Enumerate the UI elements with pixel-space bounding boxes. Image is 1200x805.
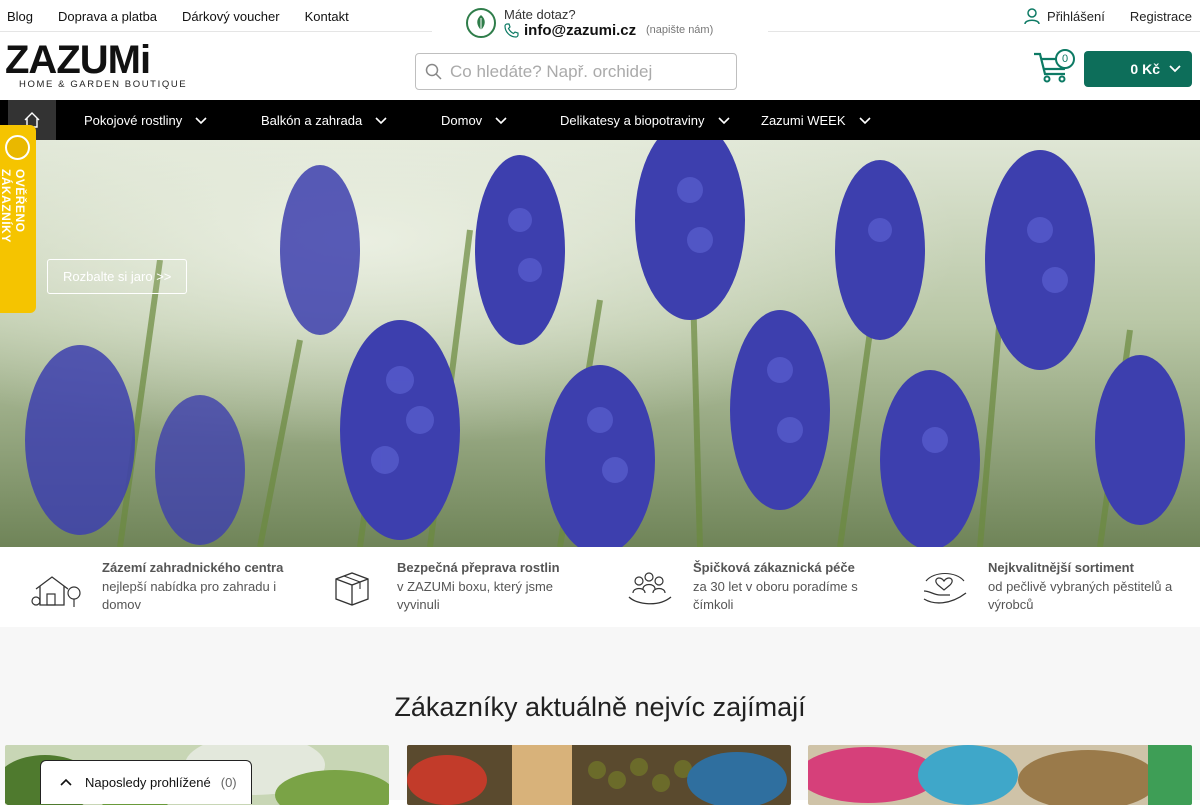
feature-desc: v ZAZUMi boxu, který jsme vyvinuli	[397, 579, 554, 612]
category-card-delicacies[interactable]	[407, 745, 791, 805]
chevron-down-icon	[717, 117, 730, 125]
top-link-blog[interactable]: Blog	[7, 9, 33, 24]
chevron-up-icon	[60, 778, 72, 786]
feature-item: Zázemí zahradnického centra nejlepší nab…	[30, 547, 310, 627]
feature-item: Bezpečná přeprava rostlin v ZAZUMi boxu,…	[330, 547, 610, 627]
site-logo[interactable]: ZAZUMi HOME & GARDEN BOUTIQUE	[5, 38, 188, 90]
contact-box: Máte dotaz? info@zazumi.cz (napište nám)	[432, 0, 768, 44]
search-icon[interactable]	[416, 63, 450, 80]
hero-cta-button[interactable]: Rozbalte si jaro >>	[47, 259, 188, 294]
logo-word: ZAZUMi	[5, 38, 151, 82]
contact-question: Máte dotaz?	[504, 7, 576, 22]
house-garden-icon	[31, 576, 81, 607]
nav-item-home[interactable]: Domov	[441, 100, 508, 140]
feature-title: Nejkvalitnější sortiment	[988, 560, 1134, 575]
user-icon	[1024, 8, 1040, 25]
top-links: Blog Doprava a platba Dárkový voucher Ko…	[7, 0, 374, 32]
leaf-logo-icon	[466, 8, 496, 38]
section-title: Zákazníky aktuálně nejvíc zajímají	[394, 692, 806, 722]
badge-label: OVĚŘENO ZÁKAZNÍKY	[0, 169, 27, 243]
feature-title: Bezpečná přeprava rostlin	[397, 560, 560, 575]
recently-viewed-toggle[interactable]: Naposledy prohlížené (0)	[40, 760, 252, 804]
phone-icon	[504, 23, 519, 38]
nav-label: Zazumi WEEK	[761, 112, 846, 128]
chevron-down-icon	[195, 117, 207, 125]
hero-banner[interactable]: Rozbalte si jaro >>	[0, 140, 1200, 547]
contact-email: info@zazumi.cz	[524, 22, 637, 39]
nav-label: Delikatesy a biopotraviny	[560, 112, 705, 128]
nav-label: Pokojové rostliny	[84, 112, 183, 128]
feature-desc: za 30 let v oboru poradíme s čímkoli	[693, 579, 858, 612]
nav-item-balcony-garden[interactable]: Balkón a zahrada	[261, 100, 388, 140]
feature-desc: nejlepší nabídka pro zahradu i domov	[102, 579, 277, 612]
pets-image	[808, 745, 1192, 805]
recently-viewed-count: (0)	[220, 775, 237, 790]
chevron-down-icon	[1169, 65, 1181, 73]
cart-count-badge: 0	[1055, 49, 1075, 69]
nav-item-indoor-plants[interactable]: Pokojové rostliny	[84, 100, 208, 140]
feature-title: Zázemí zahradnického centra	[102, 560, 284, 575]
top-link-contact[interactable]: Kontakt	[305, 9, 349, 24]
delicacies-image	[407, 745, 791, 805]
contact-email-link[interactable]: info@zazumi.cz	[504, 22, 636, 39]
nav-item-delicacies[interactable]: Delikatesy a biopotraviny	[560, 100, 731, 140]
chevron-down-icon	[858, 117, 871, 125]
cart-total-button[interactable]: 0 Kč	[1084, 51, 1192, 87]
register-link[interactable]: Registrace	[1130, 9, 1192, 24]
hand-heart-icon	[923, 572, 967, 604]
login-label: Přihlášení	[1047, 8, 1105, 24]
seal-icon	[5, 135, 30, 160]
nav-item-zazumi-week[interactable]: Zazumi WEEK	[761, 100, 872, 140]
chevron-down-icon	[495, 117, 507, 125]
account-links: Přihlášení Registrace	[1023, 0, 1192, 32]
box-icon	[335, 572, 369, 606]
search-input[interactable]	[450, 61, 720, 82]
contact-note: (napište nám)	[646, 24, 714, 36]
top-link-voucher[interactable]: Dárkový voucher	[182, 9, 280, 24]
chevron-down-icon	[375, 117, 387, 125]
feature-title: Špičková zákaznická péče	[693, 560, 855, 575]
nav-label: Domov	[441, 112, 483, 128]
cart-total: 0 Kč	[1130, 61, 1160, 77]
recently-viewed-label: Naposledy prohlížené	[85, 775, 211, 790]
features-strip: Zázemí zahradnického centra nejlepší nab…	[0, 547, 1200, 627]
search-box	[415, 53, 737, 90]
verified-customers-badge[interactable]: OVĚŘENO ZÁKAZNÍKY	[0, 125, 36, 313]
feature-desc: od pečlivě vybraných pěstitelů a výrobců	[988, 579, 1173, 612]
login-link[interactable]: Přihlášení	[1023, 7, 1105, 25]
feature-item: Nejkvalitnější sortiment od pečlivě vybr…	[920, 547, 1200, 627]
nav-label: Balkón a zahrada	[261, 112, 363, 128]
main-nav: Pokojové rostliny Balkón a zahrada Domov…	[0, 100, 1200, 140]
feature-item: Špičková zákaznická péče za 30 let v obo…	[625, 547, 905, 627]
category-card-pets[interactable]	[808, 745, 1192, 805]
top-link-shipping[interactable]: Doprava a platba	[58, 9, 157, 24]
hero-flowers-image	[0, 140, 1200, 547]
people-care-icon	[628, 572, 672, 605]
logo-subtitle: HOME & GARDEN BOUTIQUE	[19, 79, 188, 90]
